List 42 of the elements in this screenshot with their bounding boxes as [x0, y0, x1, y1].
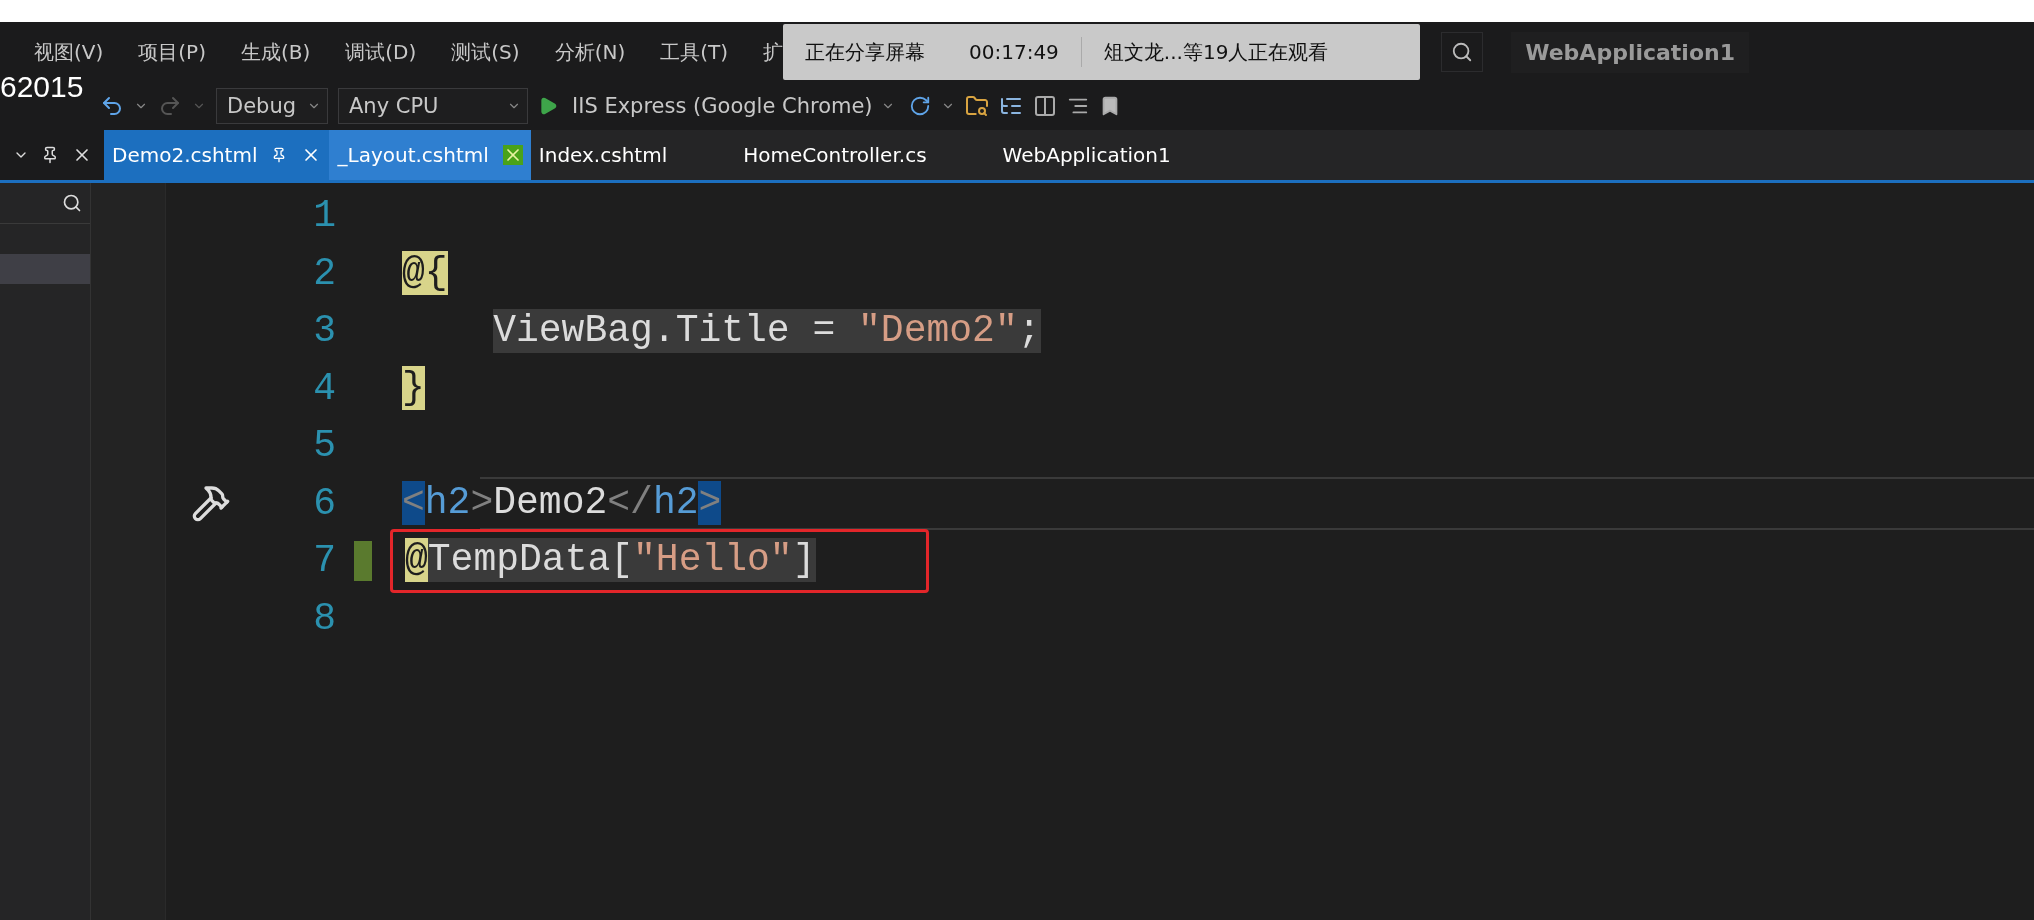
- share-time: 00:17:49: [968, 40, 1060, 64]
- search-icon: [1451, 41, 1474, 63]
- solution-title: WebApplication1: [1511, 31, 1749, 73]
- line-number: 5: [312, 424, 336, 468]
- code-line: ViewBag.Title = "Demo2";: [492, 308, 1041, 353]
- refresh-icon[interactable]: [908, 95, 931, 117]
- platform-dropdown[interactable]: Any CPU: [338, 88, 528, 124]
- search-button[interactable]: [1441, 32, 1484, 72]
- menu-item[interactable]: 工具(T): [660, 38, 729, 66]
- code-line: @TempData["Hello"]: [405, 537, 816, 582]
- menu-item[interactable]: 调试(D): [345, 38, 417, 66]
- share-status: 正在分享屏幕: [804, 38, 926, 66]
- overlay-number: 62015: [0, 70, 84, 104]
- code-line: @{: [402, 251, 448, 296]
- menu-item[interactable]: 视图(V): [34, 38, 104, 66]
- editor-tab[interactable]: HomeController.cs: [735, 130, 935, 180]
- viewer-count: 俎文龙...等19人正在观看: [1102, 38, 1330, 66]
- search-icon[interactable]: [62, 193, 82, 213]
- play-icon[interactable]: [538, 96, 558, 116]
- line-number: 3: [312, 309, 336, 353]
- menu-item[interactable]: 生成(B): [240, 38, 311, 66]
- line-number: 1: [312, 194, 336, 238]
- line-number: 2: [312, 251, 336, 295]
- editor-tab[interactable]: WebApplication1: [994, 130, 1179, 180]
- line-number: 7: [312, 539, 336, 583]
- line-number: 8: [312, 596, 336, 640]
- code-line: <h2>Demo2</h2>: [402, 481, 722, 526]
- menu-item[interactable]: 分析(N): [554, 38, 626, 66]
- menu-item[interactable]: 测试(S): [451, 38, 520, 66]
- configuration-dropdown[interactable]: Debug: [216, 88, 328, 124]
- menu-item[interactable]: 扩: [763, 38, 784, 66]
- editor-tab[interactable]: Index.cshtml: [530, 130, 676, 180]
- menu-item[interactable]: 项目(P): [138, 38, 206, 66]
- hammer-icon[interactable]: [191, 483, 231, 524]
- line-number: 6: [312, 481, 336, 525]
- columns-icon[interactable]: [1032, 94, 1057, 118]
- pin-icon[interactable]: [41, 146, 59, 164]
- folder-search-icon[interactable]: [964, 94, 989, 118]
- undo-icon[interactable]: [100, 94, 124, 118]
- editor-tab[interactable]: _Layout.cshtml: [329, 130, 531, 180]
- run-button[interactable]: IIS Express (Google Chrome): [568, 94, 899, 118]
- line-number: 4: [312, 366, 336, 410]
